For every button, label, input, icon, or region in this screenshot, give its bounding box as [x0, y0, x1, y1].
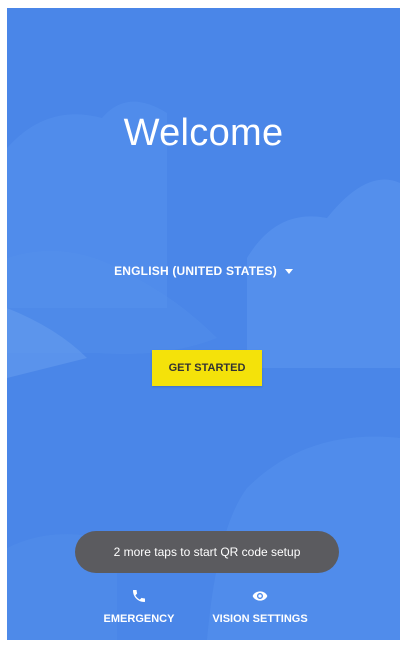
- emergency-button[interactable]: EMERGENCY: [97, 588, 181, 625]
- vision-settings-label: VISION SETTINGS: [212, 613, 308, 625]
- language-label: ENGLISH (UNITED STATES): [114, 264, 277, 278]
- setup-welcome-screen: Welcome ENGLISH (UNITED STATES) GET STAR…: [7, 8, 400, 640]
- get-started-button[interactable]: GET STARTED: [152, 350, 262, 386]
- welcome-title: Welcome: [123, 112, 284, 154]
- toast-message: 2 more taps to start QR code setup: [113, 545, 301, 559]
- phone-icon: [131, 588, 147, 604]
- vision-settings-button[interactable]: VISION SETTINGS: [201, 588, 319, 625]
- language-selector[interactable]: ENGLISH (UNITED STATES): [7, 264, 400, 278]
- emergency-label: EMERGENCY: [103, 613, 175, 625]
- qr-setup-toast: 2 more taps to start QR code setup: [75, 531, 339, 573]
- dropdown-caret-icon: [284, 269, 293, 274]
- eye-icon: [250, 588, 270, 604]
